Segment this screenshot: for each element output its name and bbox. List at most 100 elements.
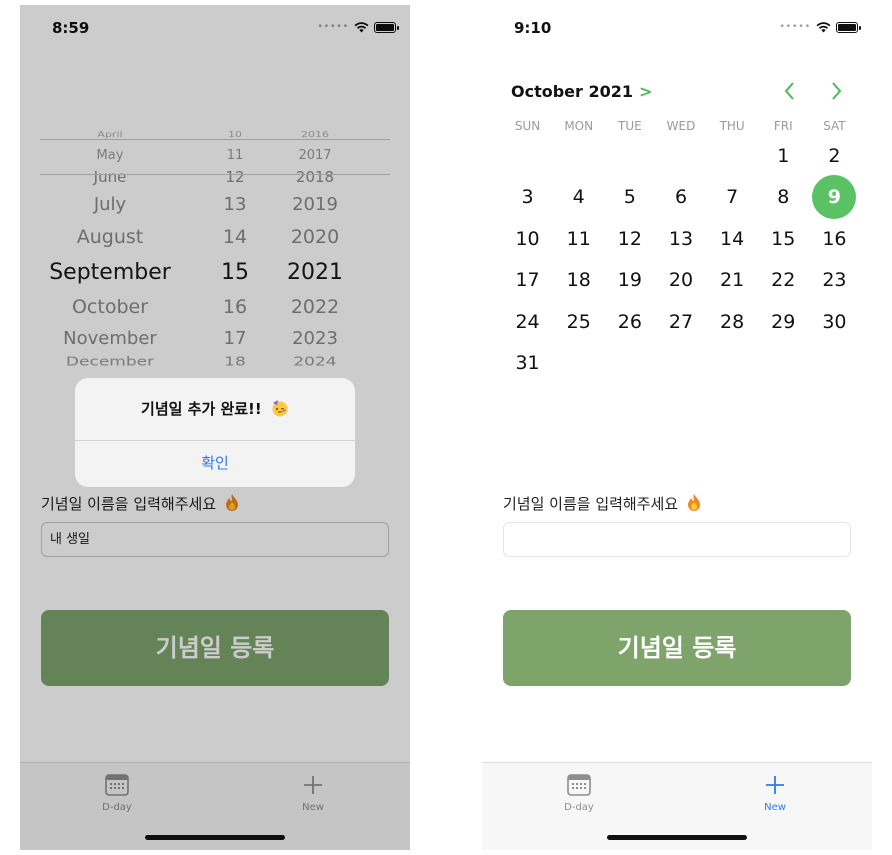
weekday-label: FRI <box>773 119 793 133</box>
calendar-day[interactable]: 30 <box>809 301 860 343</box>
calendar-day[interactable]: 7 <box>707 177 758 219</box>
calendar-day[interactable]: 8 <box>758 177 809 219</box>
calendar-day[interactable]: 31 <box>502 343 553 385</box>
weekday-label: TUE <box>618 119 642 133</box>
calendar-icon <box>567 774 591 796</box>
register-button[interactable]: 기념일 등록 <box>503 610 851 686</box>
status-bar: 9:10 ••••• <box>482 5 872 53</box>
calendar-empty-cell <box>553 135 604 177</box>
status-icons: ••••• <box>779 21 861 33</box>
month-title-button[interactable]: October 2021 > <box>511 82 652 101</box>
day-number: 17 <box>515 269 540 292</box>
alert-title: 기념일 추가 완료!! <box>75 398 355 419</box>
day-number: 2 <box>828 144 841 167</box>
day-number: 9 <box>812 175 857 220</box>
day-number: 13 <box>668 227 694 250</box>
calendar-day[interactable]: 27 <box>655 301 706 343</box>
day-number: 4 <box>572 186 585 209</box>
plus-icon <box>766 776 784 794</box>
tab-dday[interactable]: D-day <box>534 773 624 813</box>
calendar-day[interactable]: 25 <box>553 301 604 343</box>
prev-month-button[interactable] <box>780 80 800 102</box>
day-number: 25 <box>566 310 591 333</box>
home-indicator <box>607 835 747 840</box>
calendar-day[interactable]: 3 <box>502 177 553 219</box>
day-number: 11 <box>566 227 591 250</box>
signal-icon: ••••• <box>779 22 811 32</box>
calendar-day[interactable]: 12 <box>604 218 655 260</box>
fire-icon <box>687 494 700 511</box>
day-number: 29 <box>771 310 796 333</box>
day-number: 27 <box>668 310 694 333</box>
day-number: 20 <box>668 269 694 292</box>
day-number: 3 <box>521 186 534 209</box>
day-number: 5 <box>623 186 636 209</box>
calendar-day[interactable]: 13 <box>655 218 706 260</box>
battery-icon <box>836 21 861 33</box>
calendar-day[interactable]: 10 <box>502 218 553 260</box>
day-number: 31 <box>515 352 540 375</box>
day-number: 21 <box>720 269 745 292</box>
calendar-day[interactable]: 21 <box>707 260 758 302</box>
calendar-day[interactable]: 1 <box>758 135 809 177</box>
calendar-day[interactable]: 17 <box>502 260 553 302</box>
weekday-label: WED <box>666 119 696 133</box>
calendar-grid: 1 2 3 4 5 6 7 8 9 10 11 12 13 14 15 16 17 18 19 20 21 22 23 24 2… <box>502 135 860 384</box>
calendar-day[interactable]: 19 <box>604 260 655 302</box>
weekday-label: SAT <box>823 119 846 133</box>
next-month-button[interactable] <box>826 80 846 102</box>
weekday-label: MON <box>564 119 594 133</box>
day-number: 1 <box>777 144 790 167</box>
alert-confirm-button[interactable]: 확인 <box>75 440 355 487</box>
alert-dialog: 기념일 추가 완료!! 확인 <box>75 378 355 487</box>
status-time: 9:10 <box>514 19 552 37</box>
day-number: 30 <box>822 310 847 333</box>
calendar-day[interactable]: 22 <box>758 260 809 302</box>
calendar-day[interactable]: 6 <box>655 177 706 219</box>
day-number: 14 <box>720 227 745 250</box>
calendar-day[interactable]: 14 <box>707 218 758 260</box>
day-number: 12 <box>617 227 642 250</box>
name-input[interactable] <box>503 522 851 557</box>
day-number: 16 <box>822 227 847 250</box>
chevron-right-icon: > <box>639 82 653 101</box>
wifi-icon <box>816 22 831 33</box>
calendar-empty-cell <box>604 135 655 177</box>
right-screen: 9:10 ••••• October 2021 > SUN MON TUE WED THU… <box>482 5 872 850</box>
calendar-day[interactable]: 20 <box>655 260 706 302</box>
day-number: 23 <box>822 269 847 292</box>
calendar-day[interactable]: 5 <box>604 177 655 219</box>
calendar-day[interactable]: 29 <box>758 301 809 343</box>
weekday-label: THU <box>719 119 745 133</box>
calendar-day[interactable]: 15 <box>758 218 809 260</box>
calendar-empty-cell <box>707 135 758 177</box>
day-number: 7 <box>726 186 739 209</box>
weekday-label: SUN <box>514 119 541 133</box>
name-label: 기념일 이름을 입력해주세요 <box>503 493 701 514</box>
weekday-header: SUN MON TUE WED THU FRI SAT <box>502 119 860 133</box>
calendar-day[interactable]: 11 <box>553 218 604 260</box>
day-number: 19 <box>617 269 642 292</box>
day-number: 6 <box>674 186 688 209</box>
day-number: 22 <box>771 269 796 292</box>
calendar-day[interactable]: 23 <box>809 260 860 302</box>
day-number: 28 <box>720 310 745 333</box>
day-number: 24 <box>515 310 540 333</box>
calendar-day[interactable]: 26 <box>604 301 655 343</box>
calendar-empty-cell <box>502 135 553 177</box>
party-face-icon <box>272 400 288 417</box>
calendar-day[interactable]: 9 <box>809 175 860 220</box>
calendar-day[interactable]: 18 <box>553 260 604 302</box>
day-number: 10 <box>515 227 540 250</box>
calendar-day[interactable]: 28 <box>707 301 758 343</box>
day-number: 8 <box>777 186 790 209</box>
day-number: 15 <box>771 227 796 250</box>
day-number: 18 <box>566 269 591 292</box>
calendar-day[interactable]: 16 <box>809 218 860 260</box>
calendar-day[interactable]: 24 <box>502 301 553 343</box>
calendar-empty-cell <box>655 135 706 177</box>
calendar-day[interactable]: 2 <box>809 135 860 177</box>
tab-new[interactable]: New <box>730 773 820 813</box>
calendar-day[interactable]: 4 <box>553 177 604 219</box>
day-number: 26 <box>617 310 642 333</box>
